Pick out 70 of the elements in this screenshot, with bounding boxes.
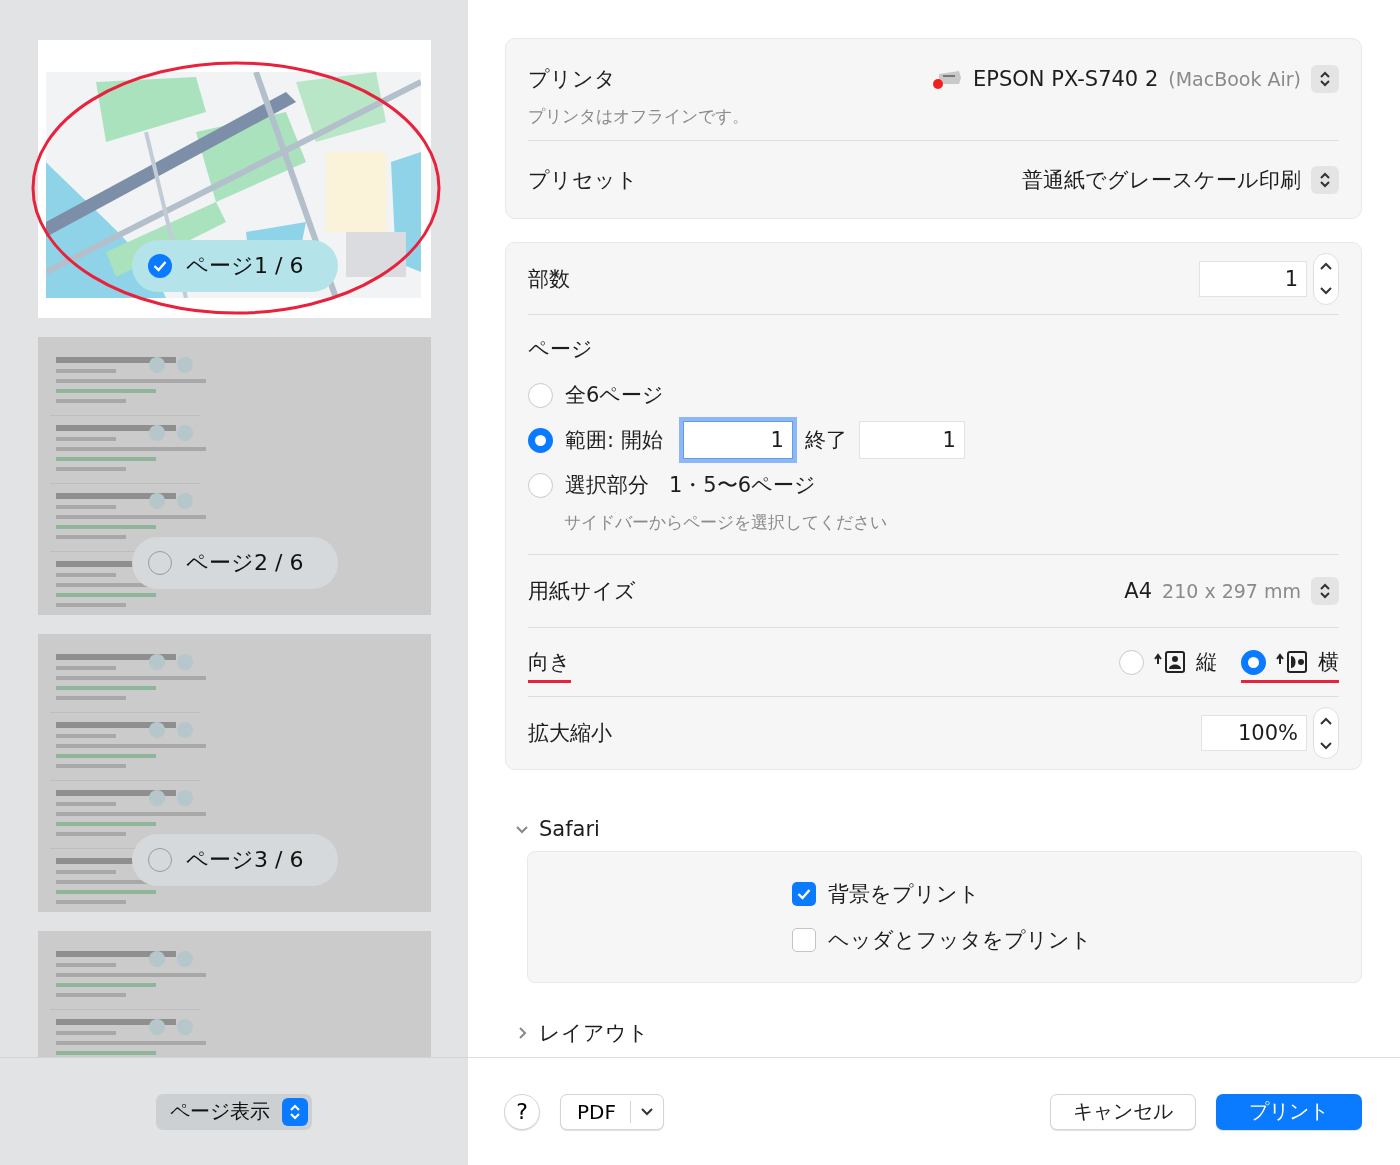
page-thumbnail[interactable] [38,634,431,912]
cancel-button[interactable]: キャンセル [1050,1093,1196,1130]
page-thumbnail[interactable] [38,337,431,615]
radio-button[interactable] [528,427,553,453]
checkbox-label: ヘッダとフッタをプリント [828,927,1092,954]
selected-pages: 1・5〜6ページ [669,472,817,499]
preset-value: 普通紙でグレースケール印刷 [1022,166,1301,194]
page-badge[interactable]: ページ3 / 6 [132,834,338,886]
to-page-field[interactable]: 1 [858,421,965,459]
chevron-down-icon [640,1107,653,1116]
decrement-button[interactable] [1320,741,1332,750]
orientation-option: 横 [1318,648,1339,676]
chevron-up-icon [1320,716,1332,725]
paper-size-label: 用紙サイズ [528,578,636,605]
chevron-down-icon [1320,287,1332,295]
up-down-icon [1319,70,1331,88]
orientation-option: 縦 [1196,648,1217,676]
chevron-down-icon [1320,741,1332,750]
increment-button[interactable] [1320,262,1332,270]
checkbox-label: 背景をプリント [828,881,980,908]
check-icon [153,260,167,272]
option-label: 全6ページ [565,382,665,409]
check-icon [797,888,811,900]
copies-field[interactable]: 1 [1199,260,1307,297]
portrait-icon [1154,650,1186,674]
checkbox[interactable] [792,928,816,952]
landscape-icon [1276,650,1308,674]
paper-dimensions: 210 x 297 mm [1162,580,1301,602]
page-label: ページ2 / 6 [186,549,304,577]
pdf-menu-button[interactable]: PDF [560,1093,664,1130]
layout-section-header[interactable]: レイアウト [505,1019,1362,1047]
scale-field[interactable]: 100% [1201,715,1307,751]
option-label: 選択部分 [565,472,649,499]
safari-section-header[interactable]: Safari [505,817,1362,841]
increment-button[interactable] [1320,716,1332,725]
chevron-up-icon [1320,262,1332,270]
option-label: 範囲: 開始 [565,427,663,454]
radio-button[interactable] [1241,649,1266,675]
copies-stepper[interactable] [1313,252,1339,305]
pages-label: ページ [528,336,594,363]
popup-button[interactable] [1311,65,1339,93]
radio-button[interactable] [528,472,553,498]
view-popup-button[interactable]: ページ表示 [156,1093,312,1130]
page-label: ページ1 / 6 [186,252,304,280]
popup-button[interactable] [1311,577,1339,605]
printer-host: (MacBook Air) [1168,68,1301,90]
preset-label: プリセット [528,166,638,194]
selection-hint: サイドバーからページを選択してください [564,511,888,534]
radio-button[interactable] [528,382,553,408]
help-button[interactable]: ? [504,1093,540,1130]
page-badge[interactable]: ページ1 / 6 [132,240,338,292]
printer-label: プリンタ [528,66,616,93]
orientation-label: 向き [528,648,571,683]
up-down-icon [1319,582,1331,600]
printer-status: プリンタはオフラインです。 [528,105,750,128]
up-down-icon [289,1102,301,1121]
scale-label: 拡大縮小 [528,720,612,747]
decrement-button[interactable] [1320,287,1332,295]
checkbox[interactable] [792,882,816,906]
to-label: 終了 [804,427,847,454]
radio-button[interactable] [1119,649,1144,675]
popup-button[interactable] [1311,165,1339,194]
scale-stepper[interactable] [1313,707,1339,759]
copies-label: 部数 [528,265,570,293]
page-badge[interactable]: ページ2 / 6 [132,537,338,589]
paper-size-value: A4 [1124,579,1153,603]
printer-name: EPSON PX-S740 2 [973,67,1159,91]
page-label: ページ3 / 6 [186,846,304,874]
up-down-icon [1319,170,1331,189]
print-button[interactable]: プリント [1216,1093,1362,1130]
